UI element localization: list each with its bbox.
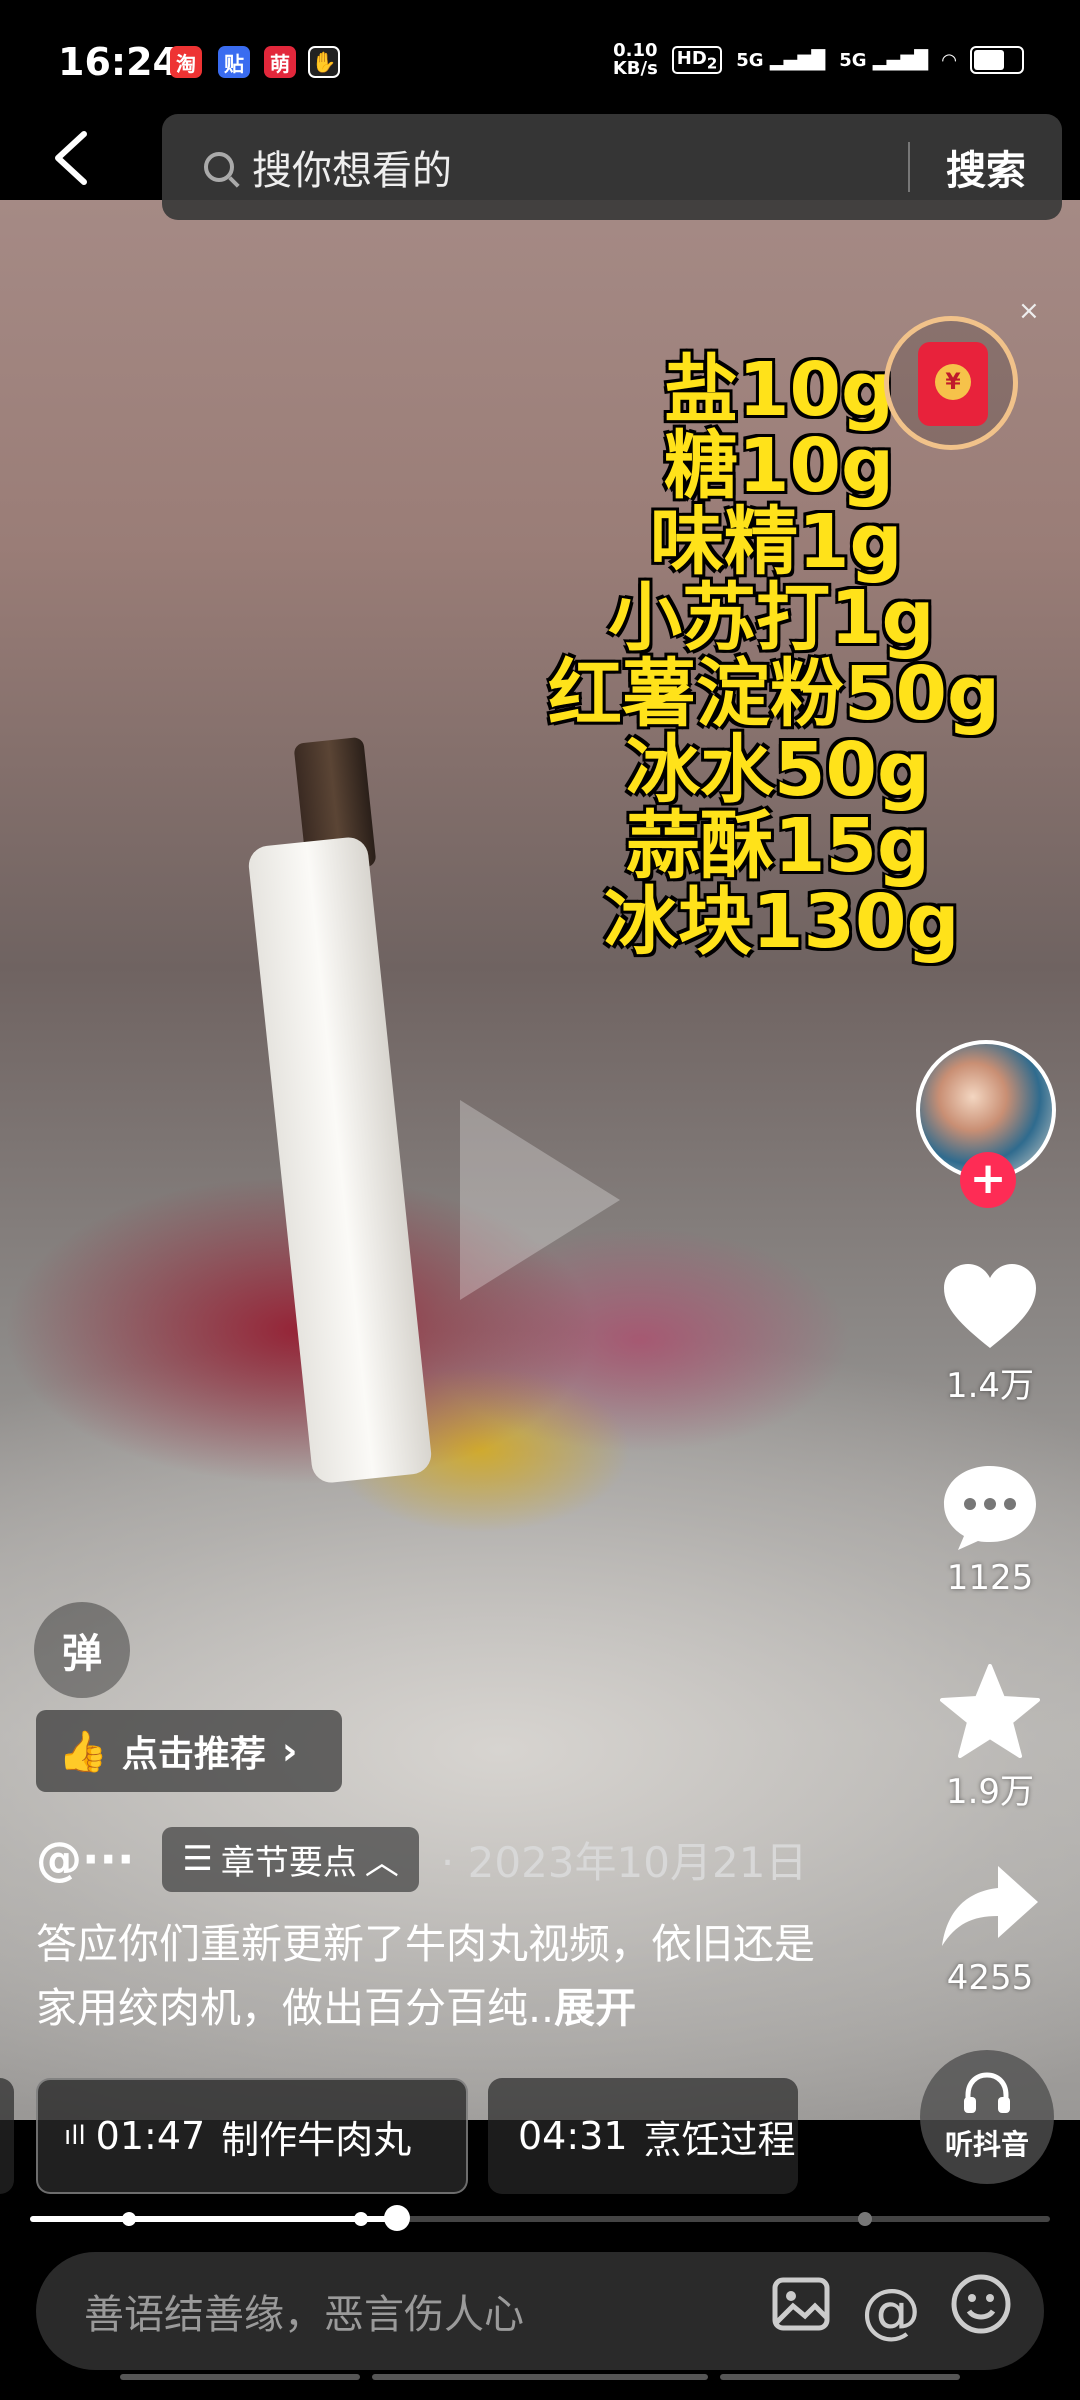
favorite-button[interactable]: 1.9万 xyxy=(920,1664,1060,1813)
chapter-card[interactable]: ıll 01:47 制作牛肉丸 xyxy=(36,2078,468,2194)
mention-icon[interactable]: @ xyxy=(846,2276,936,2346)
grinder-blade xyxy=(246,835,434,1485)
search-bar[interactable]: 搜你想看的 搜索 xyxy=(162,114,1062,220)
progress-bar[interactable] xyxy=(30,2205,1050,2231)
comment-input[interactable]: 善语结善缘，恶言伤人心 xyxy=(84,2282,756,2340)
comment-input-bar[interactable]: 善语结善缘，恶言伤人心 @ xyxy=(36,2252,1044,2370)
signal-icon-2: 5G ▂▄▆█ xyxy=(839,49,929,71)
chapters-label: 章节要点 xyxy=(220,1842,357,1883)
audio-bars-icon: ıll xyxy=(64,2121,86,2151)
chapter-marker xyxy=(354,2212,368,2226)
chapter-marker xyxy=(858,2212,872,2226)
author-name[interactable]: @··· xyxy=(36,1832,134,1886)
heart-icon xyxy=(920,1262,1060,1352)
taobao-notif-icon: 淘 xyxy=(170,46,202,78)
follow-button[interactable]: + xyxy=(960,1152,1016,1208)
share-icon xyxy=(920,1862,1060,1952)
headphones-icon xyxy=(962,2071,1012,2119)
emoji-icon[interactable] xyxy=(936,2273,1026,2349)
play-icon[interactable] xyxy=(460,1100,620,1300)
post-date: · 2023年10月21日 xyxy=(441,1829,808,1890)
hand-notif-icon: ✋ xyxy=(308,46,340,78)
share-count: 4255 xyxy=(946,1958,1034,1998)
listen-button[interactable]: 听抖音 xyxy=(920,2050,1054,2184)
comment-icon xyxy=(920,1462,1060,1552)
recommend-button[interactable]: 👍 点击推荐 › xyxy=(36,1710,342,1792)
back-icon[interactable] xyxy=(50,128,110,208)
comment-count: 1125 xyxy=(946,1558,1034,1598)
video-meta: @··· ☰ 章节要点 ︿ · 2023年10月21日 xyxy=(36,1824,807,1894)
chapter-list: ıll 01:47 制作牛肉丸 04:31 烹饪过程 xyxy=(0,2078,1080,2198)
date-value: 2023年10月21日 xyxy=(467,1837,808,1887)
star-icon xyxy=(920,1664,1060,1758)
yuan-icon: ¥ xyxy=(935,364,971,400)
expand-link[interactable]: 展开 xyxy=(554,1984,636,2032)
danmu-toggle[interactable]: 弹 xyxy=(34,1602,130,1698)
heart-app-notif-icon: 萌 xyxy=(264,46,296,78)
chevron-up-icon: ︿ xyxy=(364,1842,399,1883)
hd-label: HD xyxy=(676,47,707,69)
signal-1-label: 5G xyxy=(736,49,764,71)
favorite-count: 1.9万 xyxy=(945,1772,1035,1812)
listen-label: 听抖音 xyxy=(944,2128,1029,2161)
status-time: 16:24 xyxy=(58,40,179,84)
battery-icon xyxy=(970,46,1024,74)
progress-knob[interactable] xyxy=(384,2205,411,2231)
chapter-card-prev[interactable] xyxy=(0,2078,14,2194)
hd-sub: 2 xyxy=(706,54,718,73)
image-icon[interactable] xyxy=(756,2276,846,2346)
close-icon[interactable]: × xyxy=(1018,296,1040,326)
date-separator: · xyxy=(440,1837,455,1887)
comment-button[interactable]: 1125 xyxy=(920,1462,1060,1598)
danmu-label: 弹 xyxy=(62,1631,102,1677)
net-speed: 0.10 KB/s xyxy=(613,42,658,78)
like-count: 1.4万 xyxy=(945,1366,1035,1406)
hd-icon: HD2 xyxy=(671,45,723,75)
video-description[interactable]: 答应你们重新更新了牛肉丸视频，依旧还是家用绞肉机，做出百分百纯..展开 xyxy=(36,1912,816,2040)
chapter-time: 04:31 xyxy=(518,2114,628,2158)
chapters-toggle[interactable]: ☰ 章节要点 ︿ xyxy=(162,1826,419,1892)
wifi-icon: ◠ xyxy=(942,49,956,71)
chapter-title: 烹饪过程 xyxy=(643,2117,796,2162)
recommend-label: 点击推荐 xyxy=(121,1734,266,1775)
chapter-marker xyxy=(122,2212,136,2226)
nav-segment xyxy=(372,2374,708,2380)
nav-bar xyxy=(0,2370,1080,2400)
chapter-title: 制作牛肉丸 xyxy=(221,2117,412,2162)
like-button[interactable]: 1.4万 xyxy=(920,1262,1060,1407)
net-speed-unit: KB/s xyxy=(612,58,658,79)
description-text: 答应你们重新更新了牛肉丸视频，依旧还是家用绞肉机，做出百分百纯.. xyxy=(36,1920,815,2032)
search-button[interactable]: 搜索 xyxy=(910,138,1062,196)
search-icon xyxy=(204,152,234,182)
chevron-right-icon: › xyxy=(281,1729,298,1773)
tieba-notif-icon: 贴 xyxy=(218,46,250,78)
share-button[interactable]: 4255 xyxy=(920,1862,1060,1998)
signal-2-label: 5G xyxy=(839,49,867,71)
signal-icon: 5G ▂▄▆█ xyxy=(736,49,826,71)
ingredient-line: 冰块130g xyxy=(604,879,960,965)
search-input[interactable]: 搜你想看的 xyxy=(252,138,908,196)
chapter-time: 01:47 xyxy=(95,2114,206,2158)
chapter-card[interactable]: 04:31 烹饪过程 xyxy=(488,2078,798,2194)
nav-segment xyxy=(120,2374,360,2380)
thumbs-up-icon: 👍 xyxy=(58,1728,108,1775)
status-bar: 16:24 淘 贴 萌 ✋ 0.10 KB/s HD2 5G ▂▄▆█ 5G ▂… xyxy=(0,0,1080,110)
progress-fill xyxy=(30,2216,398,2222)
status-indicators: 0.10 KB/s HD2 5G ▂▄▆█ 5G ▂▄▆█ ◠ xyxy=(613,42,1024,78)
list-icon: ☰ xyxy=(182,1839,213,1879)
nav-segment xyxy=(720,2374,960,2380)
